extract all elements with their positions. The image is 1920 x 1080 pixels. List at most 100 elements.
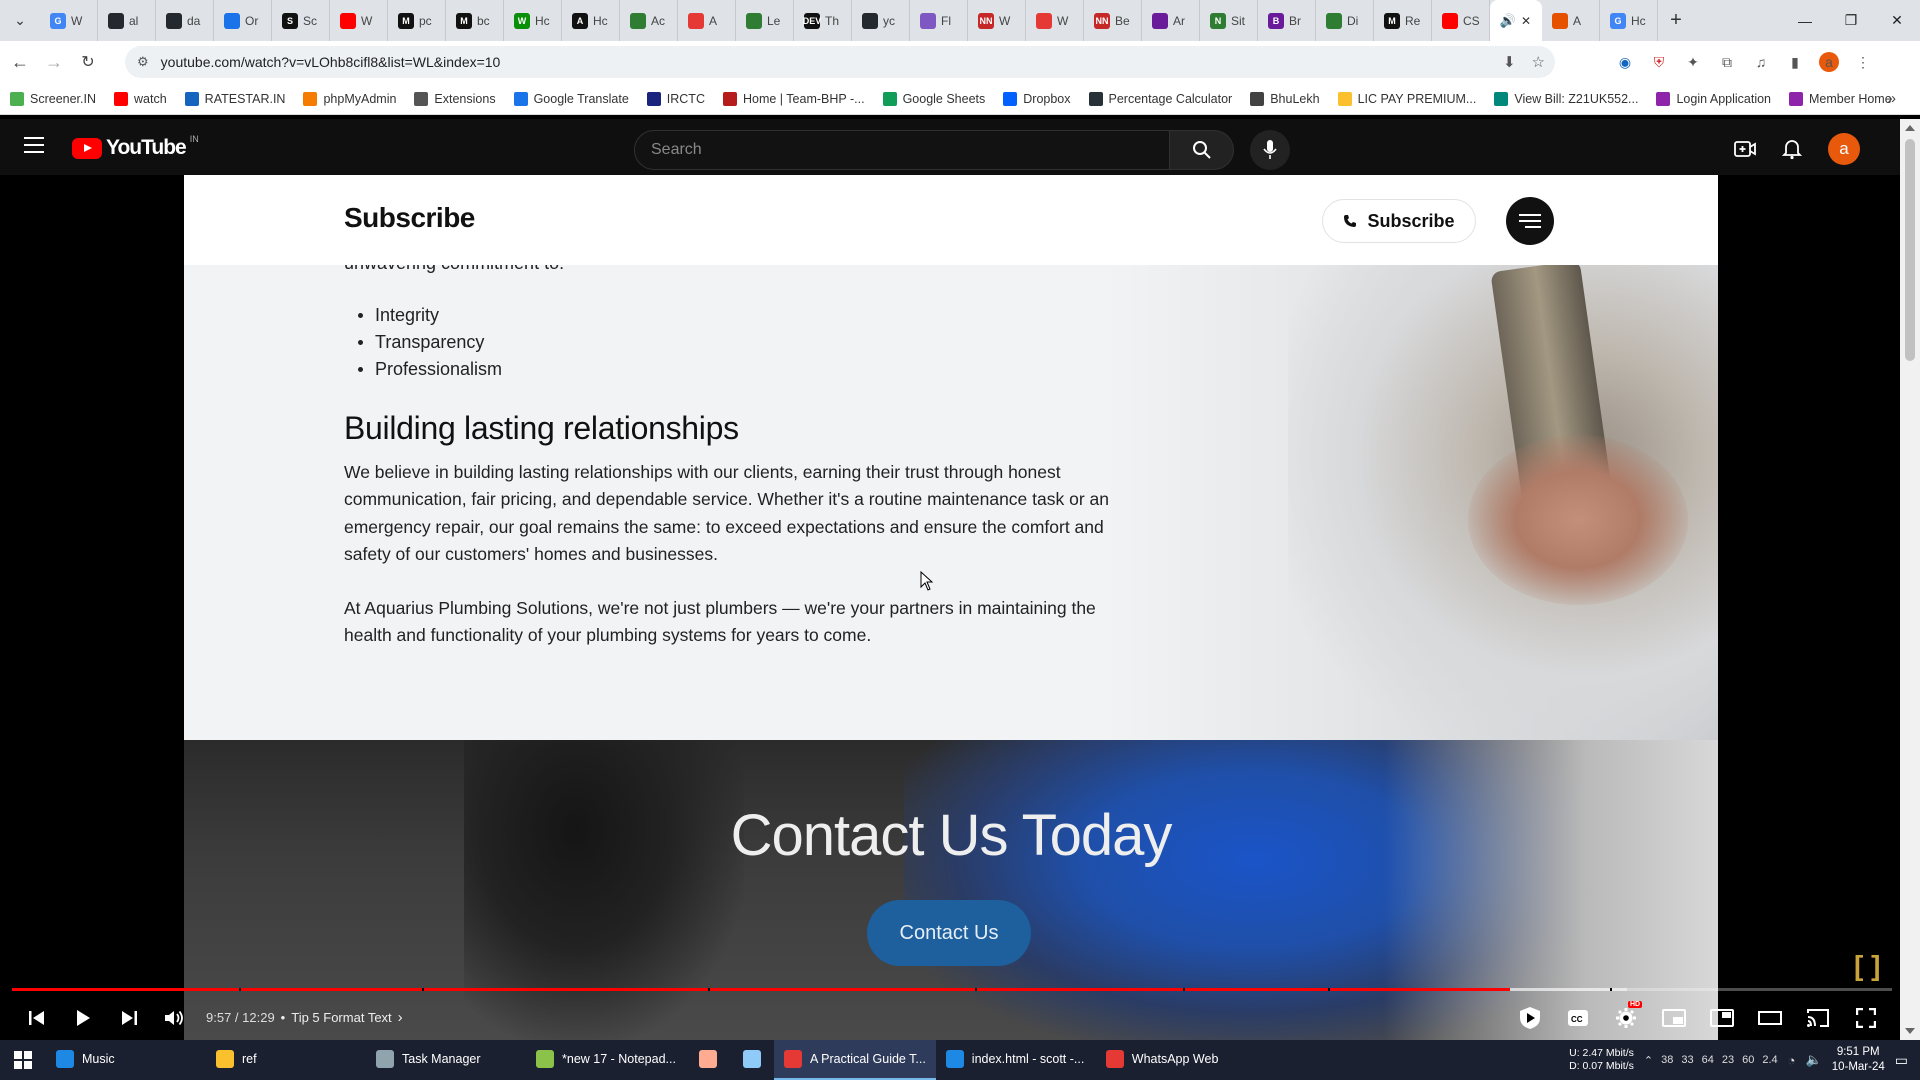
chapter-chevron-icon[interactable]: › bbox=[398, 1009, 403, 1026]
taskbar-app[interactable]: index.html - scott -... bbox=[936, 1040, 1096, 1080]
bookmark-item[interactable]: IRCTC bbox=[646, 91, 705, 106]
theater-mode-button[interactable] bbox=[1746, 995, 1794, 1040]
close-tab-icon[interactable]: ✕ bbox=[1521, 14, 1531, 28]
bookmark-item[interactable]: Home | Team-BHP -... bbox=[722, 91, 865, 106]
bookmark-item[interactable]: watch bbox=[114, 91, 167, 106]
browser-tab[interactable]: Mbc bbox=[446, 0, 504, 41]
guide-menu-icon[interactable] bbox=[24, 137, 44, 153]
browser-tab[interactable]: Le bbox=[736, 0, 794, 41]
play-button[interactable] bbox=[60, 995, 106, 1040]
search-button[interactable] bbox=[1170, 130, 1234, 170]
wifi-icon[interactable]: ◔ bbox=[1788, 1053, 1796, 1068]
taskbar-app[interactable]: Task Manager bbox=[366, 1040, 526, 1080]
new-tab-button[interactable]: + bbox=[1658, 9, 1694, 32]
bookmark-item[interactable]: Dropbox bbox=[1003, 91, 1071, 106]
bookmark-item[interactable]: BhuLekh bbox=[1250, 91, 1320, 106]
search-input[interactable]: Search bbox=[634, 130, 1170, 170]
notifications-bell-icon[interactable] bbox=[1782, 138, 1802, 160]
restore-button[interactable]: ❐ bbox=[1828, 0, 1874, 41]
cast-button[interactable] bbox=[1794, 995, 1842, 1040]
browser-tab[interactable]: Di bbox=[1316, 0, 1374, 41]
miniplayer-button[interactable] bbox=[1650, 995, 1698, 1040]
bookmark-item[interactable]: Google Translate bbox=[513, 91, 629, 106]
browser-tab[interactable]: NN Be bbox=[1084, 0, 1142, 41]
channel-watermark[interactable]: [ ] bbox=[1854, 950, 1880, 982]
browser-tab[interactable]: N Sit bbox=[1200, 0, 1258, 41]
browser-tab[interactable]: A Hc bbox=[562, 0, 620, 41]
browser-tab[interactable]: GW bbox=[40, 0, 98, 41]
bookmark-item[interactable]: RATESTAR.IN bbox=[184, 91, 285, 106]
notifications-icon[interactable]: ▭ bbox=[1895, 1052, 1908, 1069]
fullscreen-button[interactable] bbox=[1842, 995, 1890, 1040]
browser-tab[interactable]: A bbox=[1542, 0, 1600, 41]
back-button[interactable]: ← bbox=[6, 52, 34, 73]
media-control-icon[interactable]: ♫ bbox=[1751, 52, 1771, 72]
browser-tab[interactable]: W bbox=[330, 0, 388, 41]
browser-tab[interactable]: Fl bbox=[910, 0, 968, 41]
browser-tab[interactable]: S Sc bbox=[272, 0, 330, 41]
account-avatar[interactable]: a bbox=[1828, 133, 1860, 165]
side-panel-icon[interactable]: ▮ bbox=[1785, 52, 1805, 72]
browser-tab[interactable]: Or bbox=[214, 0, 272, 41]
voice-search-button[interactable] bbox=[1250, 130, 1290, 170]
taskbar-app[interactable]: A Practical Guide T... bbox=[774, 1040, 936, 1080]
browser-tab[interactable]: da bbox=[156, 0, 214, 41]
youtube-logo[interactable]: YouTube IN bbox=[72, 134, 199, 160]
taskbar-app[interactable] bbox=[686, 1040, 730, 1080]
browser-tab[interactable]: G Hc bbox=[1600, 0, 1658, 41]
create-video-icon[interactable] bbox=[1734, 140, 1756, 158]
extensions-puzzle-icon[interactable]: ⧉ bbox=[1717, 52, 1737, 72]
minimize-button[interactable]: — bbox=[1782, 0, 1828, 41]
chrome-menu-icon[interactable]: ⋮ bbox=[1853, 52, 1873, 72]
bookmark-item[interactable]: View Bill: Z21UK552... bbox=[1494, 91, 1638, 106]
settings-button[interactable]: HD bbox=[1602, 995, 1650, 1040]
taskbar-app[interactable] bbox=[730, 1040, 774, 1080]
taskbar-app[interactable]: Music bbox=[46, 1040, 206, 1080]
tray-indicator[interactable]: 64 bbox=[1702, 1054, 1714, 1067]
bookmark-item[interactable]: Member Home bbox=[1789, 91, 1892, 106]
browser-tab[interactable]: Ar bbox=[1142, 0, 1200, 41]
video-player[interactable]: unwavering commitment to: Subscribe Subs… bbox=[0, 175, 1900, 1040]
tray-indicator[interactable]: 23 bbox=[1722, 1054, 1734, 1067]
bookmark-item[interactable]: phpMyAdmin bbox=[303, 91, 396, 106]
browser-tab[interactable]: yc bbox=[852, 0, 910, 41]
install-app-icon[interactable]: ⬇ bbox=[1503, 53, 1516, 71]
tab-search-icon[interactable]: ⌄ bbox=[0, 0, 40, 41]
taskbar-app[interactable]: WhatsApp Web bbox=[1096, 1040, 1256, 1080]
tab-active[interactable]: 🔊 ✕ bbox=[1490, 0, 1542, 41]
bookmark-item[interactable]: Login Application bbox=[1656, 91, 1771, 106]
bookmark-item[interactable]: Extensions bbox=[414, 91, 496, 106]
bookmark-star-icon[interactable]: ☆ bbox=[1532, 53, 1545, 71]
bookmark-item[interactable]: Percentage Calculator bbox=[1088, 91, 1232, 106]
browser-tab[interactable]: DEV Th bbox=[794, 0, 852, 41]
browser-tab[interactable]: Ac bbox=[620, 0, 678, 41]
browser-tab[interactable]: A bbox=[678, 0, 736, 41]
browser-tab[interactable]: Mpc bbox=[388, 0, 446, 41]
profile-avatar[interactable]: a bbox=[1819, 52, 1839, 72]
browser-tab[interactable]: W Hc bbox=[504, 0, 562, 41]
address-bar[interactable]: ⚙ youtube.com/watch?v=vLOhb8cifl8&list=W… bbox=[125, 46, 1555, 78]
forward-button[interactable]: → bbox=[40, 52, 68, 73]
next-video-button[interactable] bbox=[106, 995, 152, 1040]
tray-indicator[interactable]: 38 bbox=[1661, 1054, 1673, 1067]
taskbar-app[interactable]: ref bbox=[206, 1040, 366, 1080]
browser-tab[interactable]: B Br bbox=[1258, 0, 1316, 41]
chapter-title[interactable]: Tip 5 Format Text bbox=[291, 1010, 391, 1025]
close-window-button[interactable]: ✕ bbox=[1874, 0, 1920, 41]
clock[interactable]: 9:51 PM 10-Mar-24 bbox=[1832, 1045, 1885, 1075]
bookmark-item[interactable]: LIC PAY PREMIUM... bbox=[1337, 91, 1476, 106]
scrollbar-thumb[interactable] bbox=[1905, 139, 1915, 361]
browser-tab[interactable]: CS bbox=[1432, 0, 1490, 41]
bookmarks-overflow-button[interactable]: » bbox=[1888, 90, 1896, 107]
extension-icon[interactable]: ◉ bbox=[1615, 52, 1635, 72]
sponsor-block-button[interactable] bbox=[1506, 995, 1554, 1040]
browser-tab[interactable]: NN W bbox=[968, 0, 1026, 41]
tray-indicator[interactable]: 60 bbox=[1742, 1054, 1754, 1067]
subtitles-button[interactable]: CC bbox=[1554, 995, 1602, 1040]
browser-tab[interactable]: W bbox=[1026, 0, 1084, 41]
bookmark-item[interactable]: Google Sheets bbox=[882, 91, 985, 106]
shield-extension-icon[interactable]: ⛨ bbox=[1649, 52, 1669, 72]
page-scrollbar[interactable] bbox=[1900, 119, 1920, 1040]
tray-indicator[interactable]: 33 bbox=[1681, 1054, 1693, 1067]
site-info-icon[interactable]: ⚙ bbox=[137, 54, 149, 70]
